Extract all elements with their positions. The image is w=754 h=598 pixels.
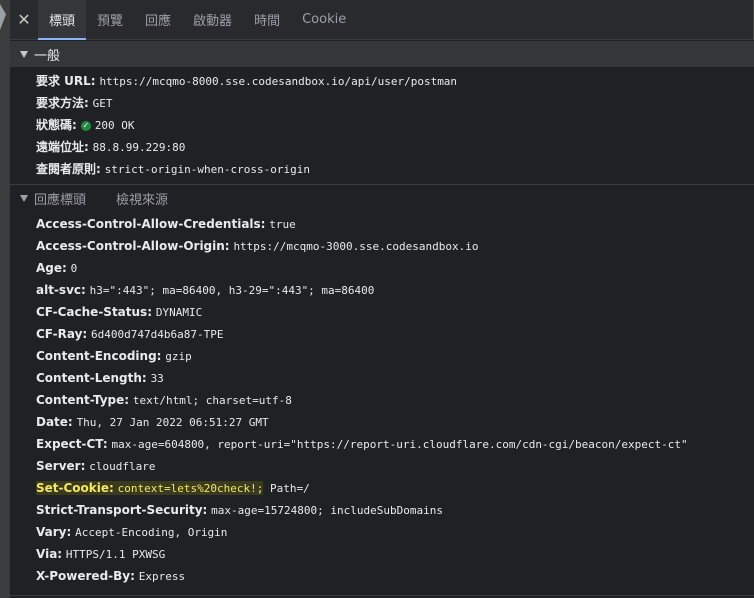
response-header-row: X-Powered-By: Express (36, 565, 754, 587)
header-value: DYNAMIC (155, 306, 203, 319)
header-key: Content-Encoding: (36, 349, 162, 363)
header-value: 88.8.99.229:80 (92, 141, 186, 154)
left-panel-edge (0, 0, 10, 598)
triangle-down-icon (20, 50, 28, 58)
header-key: Age: (36, 261, 67, 275)
header-key: Strict-Transport-Security: (36, 503, 208, 517)
tab-initiator[interactable]: 啟動器 (182, 0, 243, 39)
header-value: GET (92, 97, 113, 110)
close-icon[interactable]: ✕ (10, 0, 38, 39)
header-value: text/html; charset=utf-8 (132, 394, 292, 407)
header-key: CF-Cache-Status: (36, 305, 152, 319)
tab-timing[interactable]: 時間 (243, 0, 291, 39)
header-key: Expect-CT: (36, 437, 108, 451)
header-value: max-age=604800, report-uri="https://repo… (111, 438, 688, 451)
header-value: 200 OK (94, 119, 135, 132)
header-key: 狀態碼: (36, 118, 77, 132)
response-header-row: Content-Length: 33 (36, 367, 754, 389)
tab-headers[interactable]: 標頭 (38, 0, 87, 40)
header-value: Express (138, 570, 186, 583)
response-header-row: Via: HTTPS/1.1 PXWSG (36, 543, 754, 565)
response-headers-section-header[interactable]: 回應標頭 檢視來源 (10, 184, 754, 211)
status-ok-icon: ✓ (80, 121, 91, 131)
general-section-title: 一般 (34, 48, 61, 64)
header-value: max-age=15724800; includeSubDomains (211, 504, 443, 517)
response-header-row: Expect-CT: max-age=604800, report-uri="h… (36, 433, 754, 455)
tab-preview[interactable]: 預覽 (86, 0, 134, 39)
set-cookie-row: Set-Cookie: context=lets%20check!; Path=… (36, 477, 754, 499)
response-header-row: Content-Type: text/html; charset=utf-8 (36, 389, 754, 411)
header-value: h3=":443"; ma=86400, h3-29=":443"; ma=86… (89, 284, 375, 297)
general-row: 要求方法: GET (36, 92, 754, 114)
header-value: 0 (70, 262, 78, 275)
resize-handle[interactable] (0, 4, 6, 30)
header-key: Content-Length: (36, 371, 147, 385)
general-row: 遠端位址: 88.8.99.229:80 (36, 136, 754, 158)
header-key: 要求 URL: (36, 74, 96, 88)
response-headers-title: 回應標頭 (34, 192, 87, 208)
header-key: X-Powered-By: (36, 569, 135, 583)
response-header-row: CF-Cache-Status: DYNAMIC (36, 301, 754, 323)
response-header-row: Age: 0 (36, 257, 754, 279)
header-key: 遠端位址: (36, 140, 89, 154)
header-key: Date: (36, 415, 73, 429)
header-key: Set-Cookie: (36, 481, 114, 495)
view-source-link[interactable]: 檢視來源 (116, 189, 168, 208)
response-header-row: CF-Ray: 6d400d747d4b6a87-TPE (36, 323, 754, 345)
response-header-row: Server: cloudflare (36, 455, 754, 477)
triangle-down-icon (20, 194, 28, 202)
header-key: Access-Control-Allow-Credentials: (36, 217, 266, 231)
header-value: true (269, 218, 296, 231)
response-header-row: Date: Thu, 27 Jan 2022 06:51:27 GMT (36, 411, 754, 433)
header-value: HTTPS/1.1 PXWSG (65, 548, 166, 561)
header-value: Accept-Encoding, Origin (75, 526, 228, 539)
tab-cookies[interactable]: Cookie (291, 0, 357, 39)
header-key: Content-Type: (36, 393, 130, 407)
response-header-row: Content-Encoding: gzip (36, 345, 754, 367)
general-row: 要求 URL: https://mcqmo-8000.sse.codesandb… (36, 70, 754, 92)
header-key: CF-Ray: (36, 327, 88, 341)
header-value: 6d400d747d4b6a87-TPE (91, 328, 224, 341)
header-value: gzip (165, 350, 192, 363)
header-value: Thu, 27 Jan 2022 06:51:27 GMT (76, 416, 269, 429)
general-section-header[interactable]: 一般 (10, 41, 754, 67)
header-key: alt-svc: (36, 283, 86, 297)
response-header-row: Vary: Accept-Encoding, Origin (36, 521, 754, 543)
header-value: 33 (150, 372, 164, 385)
devtools-tabbar: ✕ 標頭 預覽 回應 啟動器 時間 Cookie (10, 0, 754, 40)
header-value: https://mcqmo-3000.sse.codesandbox.io (233, 240, 479, 253)
header-value-rest: Path=/ (263, 482, 310, 495)
header-value: cloudflare (89, 460, 156, 473)
header-key: Vary: (36, 525, 72, 539)
header-key: Access-Control-Allow-Origin: (36, 239, 230, 253)
response-header-row: alt-svc: h3=":443"; ma=86400, h3-29=":44… (36, 279, 754, 301)
response-header-row: Access-Control-Allow-Credentials: true (36, 213, 754, 235)
general-row: 狀態碼: ✓ 200 OK (36, 114, 754, 136)
divider (10, 595, 754, 596)
response-header-rows: Access-Control-Allow-Credentials: true A… (10, 211, 754, 587)
header-value: https://mcqmo-8000.sse.codesandbox.io/ap… (99, 75, 458, 88)
response-header-row: Access-Control-Allow-Origin: https://mcq… (36, 235, 754, 257)
general-rows: 要求 URL: https://mcqmo-8000.sse.codesandb… (10, 67, 754, 184)
tab-response[interactable]: 回應 (134, 0, 182, 39)
general-row: 查閱者原則: strict-origin-when-cross-origin (36, 158, 754, 180)
response-header-row: Strict-Transport-Security: max-age=15724… (36, 499, 754, 521)
header-key: 要求方法: (36, 96, 89, 110)
header-key: Via: (36, 547, 63, 561)
header-key: Server: (36, 459, 86, 473)
header-value: context=lets%20check!; (117, 482, 264, 495)
header-value: strict-origin-when-cross-origin (104, 163, 310, 176)
headers-panel: 一般 要求 URL: https://mcqmo-8000.sse.codesa… (10, 41, 754, 598)
header-key: 查閱者原則: (36, 162, 101, 176)
